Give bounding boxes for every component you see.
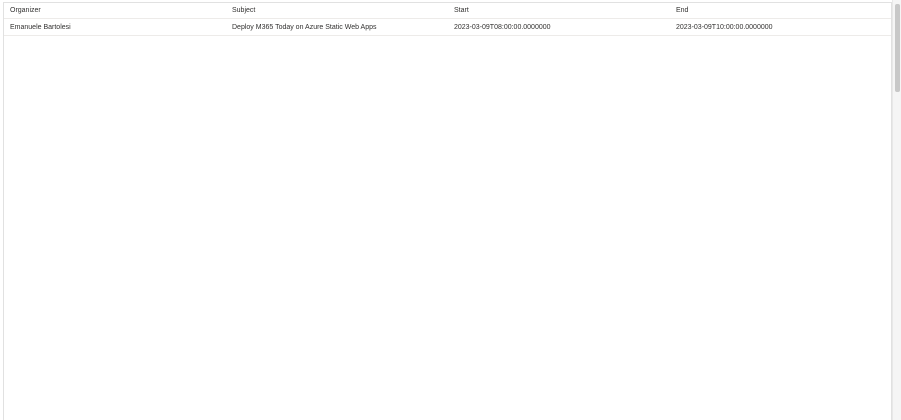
page: Organizer Subject Start End Emanuele Bar… [0, 0, 901, 420]
table-header-row: Organizer Subject Start End [4, 3, 891, 19]
column-header-subject[interactable]: Subject [226, 3, 448, 18]
cell-subject: Deploy M365 Today on Azure Static Web Ap… [232, 24, 377, 31]
cell-organizer: Emanuele Bartolesi [10, 24, 71, 31]
cell-start: 2023-03-09T08:00:00.0000000 [454, 24, 551, 31]
column-header-end[interactable]: End [670, 3, 891, 18]
column-header-start[interactable]: Start [448, 3, 670, 18]
column-header-organizer[interactable]: Organizer [4, 3, 226, 18]
events-panel: Organizer Subject Start End Emanuele Bar… [3, 2, 892, 420]
table-row[interactable]: Emanuele Bartolesi Deploy M365 Today on … [4, 19, 891, 36]
cell-end: 2023-03-09T10:00:00.0000000 [676, 24, 773, 31]
scrollbar-thumb[interactable] [895, 4, 900, 92]
vertical-scrollbar[interactable] [892, 0, 901, 420]
events-table: Organizer Subject Start End Emanuele Bar… [4, 3, 891, 36]
